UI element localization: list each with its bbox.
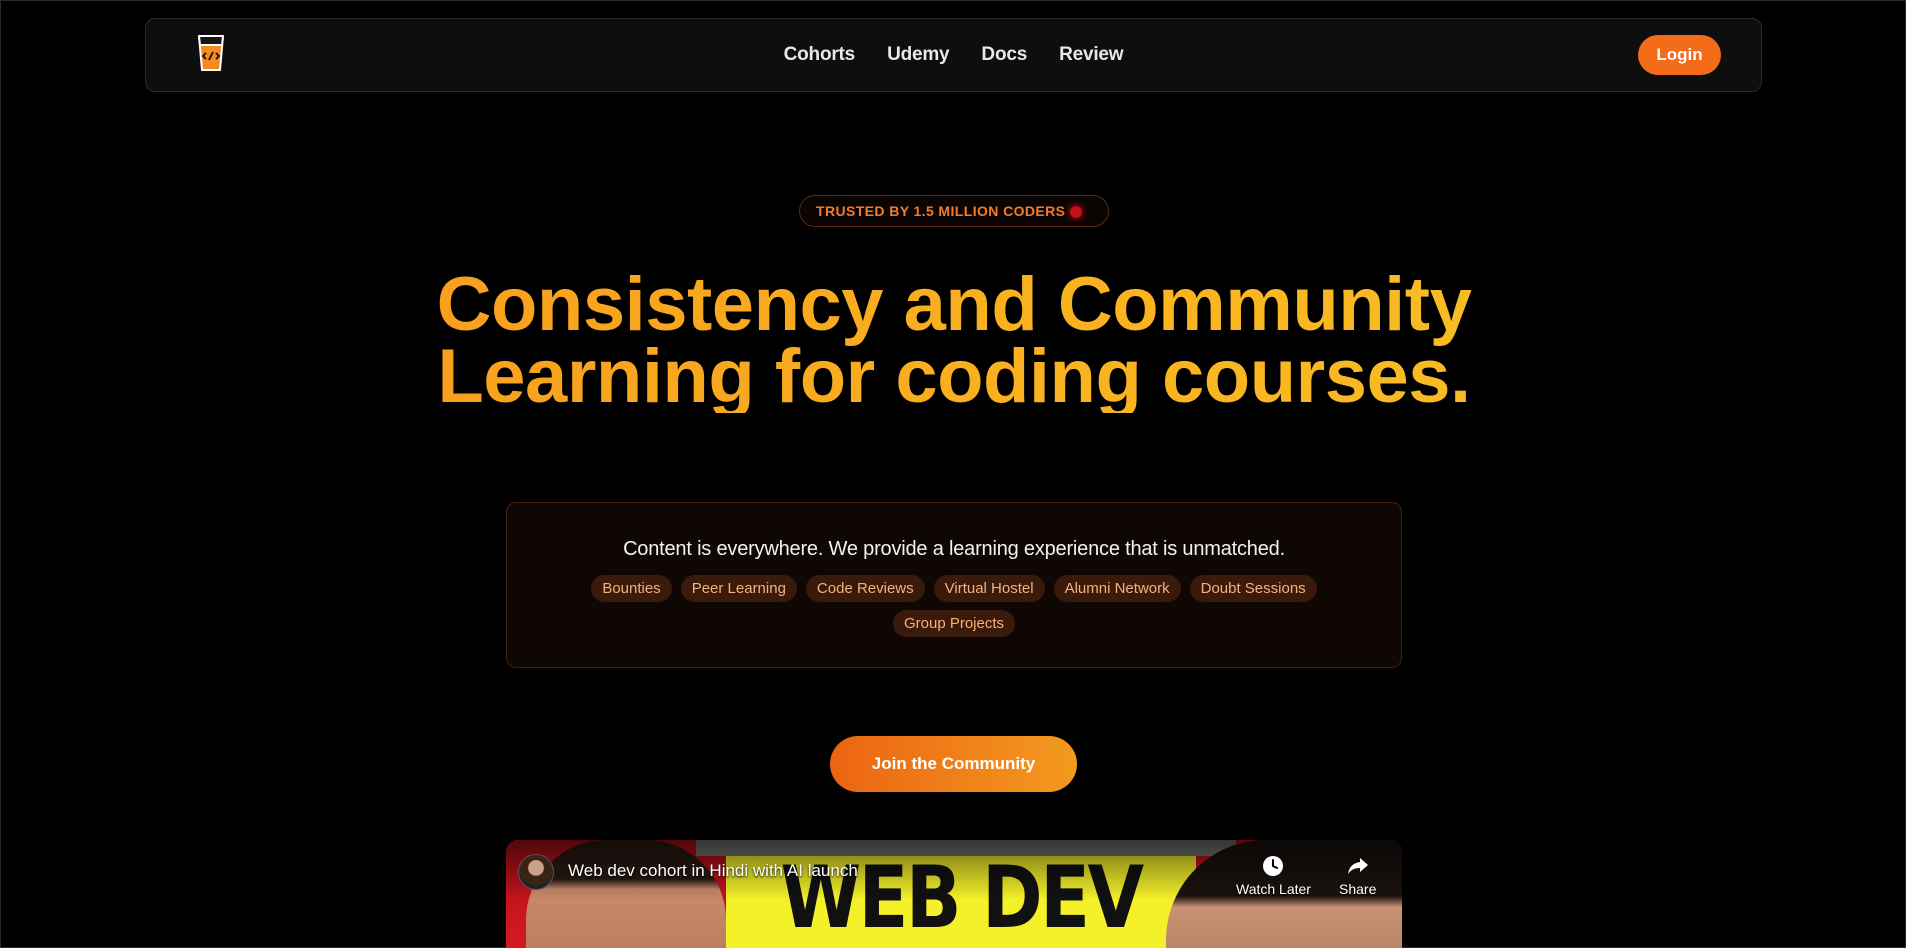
nav-links: Cohorts Udemy Docs Review — [146, 19, 1761, 91]
chip-peer-learning[interactable]: Peer Learning — [680, 575, 797, 602]
hero-title-line-2: Learning for coding courses. — [437, 334, 1471, 419]
trust-badge: TRUSTED BY 1.5 MILLION CODERS — [799, 195, 1109, 227]
feature-description: Content is everywhere. We provide a lear… — [623, 538, 1285, 560]
share-arrow-icon — [1347, 858, 1368, 874]
feature-card: Content is everywhere. We provide a lear… — [506, 502, 1402, 668]
chip-group-projects[interactable]: Group Projects — [892, 610, 1016, 637]
login-button[interactable]: Login — [1638, 35, 1721, 75]
share-label: Share — [1339, 881, 1377, 897]
share-button[interactable]: Share — [1339, 854, 1376, 897]
chip-code-reviews[interactable]: Code Reviews — [805, 575, 925, 602]
video-embed[interactable]: WEB DEV Web dev cohort in Hindi with AI … — [506, 840, 1402, 948]
trust-badge-text: TRUSTED BY 1.5 MILLION CODERS — [816, 203, 1066, 219]
nav-link-docs[interactable]: Docs — [981, 44, 1027, 66]
join-community-button[interactable]: Join the Community — [830, 736, 1077, 792]
chip-virtual-hostel[interactable]: Virtual Hostel — [933, 575, 1045, 602]
nav-link-cohorts[interactable]: Cohorts — [784, 44, 856, 66]
clock-icon — [1263, 856, 1284, 876]
top-navbar: Cohorts Udemy Docs Review Login — [145, 18, 1762, 92]
channel-avatar[interactable] — [518, 854, 554, 890]
live-dot-icon — [1070, 206, 1082, 218]
feature-chips: Bounties Peer Learning Code Reviews Virt… — [507, 575, 1401, 637]
chip-alumni-network[interactable]: Alumni Network — [1053, 575, 1181, 602]
hero-title: Consistency and Community Learning for c… — [1, 269, 1906, 413]
nav-link-review[interactable]: Review — [1059, 44, 1123, 66]
watch-later-button[interactable]: Watch Later — [1236, 854, 1311, 897]
nav-link-udemy[interactable]: Udemy — [887, 44, 950, 66]
code-cup-logo-icon[interactable] — [196, 33, 226, 73]
watch-later-label: Watch Later — [1236, 881, 1311, 897]
video-title[interactable]: Web dev cohort in Hindi with AI launch — [568, 861, 858, 881]
chip-bounties[interactable]: Bounties — [591, 575, 672, 602]
chip-doubt-sessions[interactable]: Doubt Sessions — [1189, 575, 1317, 602]
